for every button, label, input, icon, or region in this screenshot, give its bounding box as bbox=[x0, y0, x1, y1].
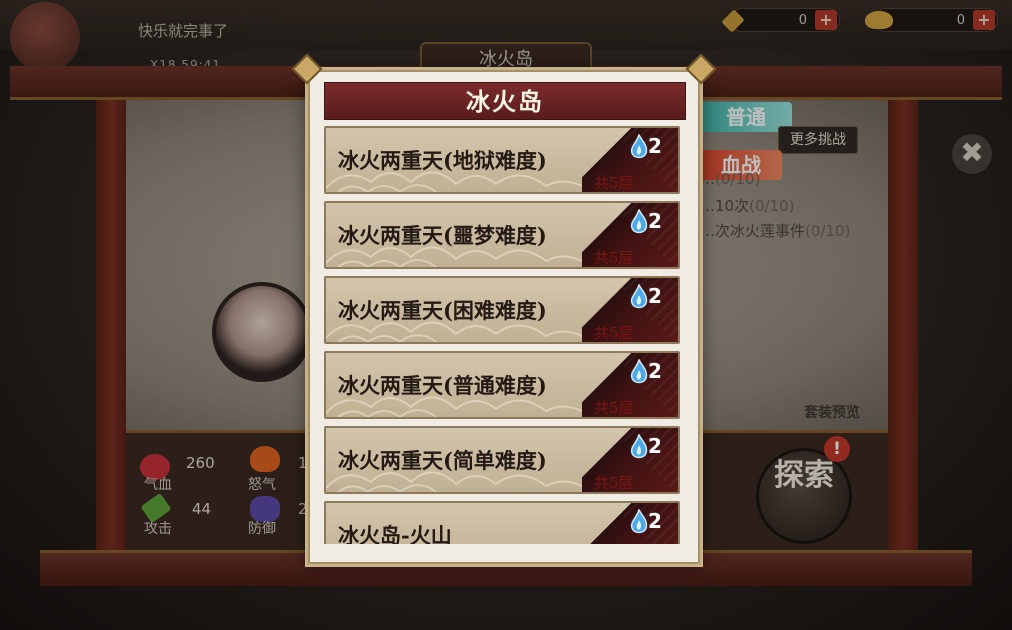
stage-item[interactable]: 冰火两重天(困难难度) 共5层 2 bbox=[324, 276, 680, 344]
stage-name: 冰火两重天(噩梦难度) bbox=[338, 223, 547, 248]
stage-name: 冰火两重天(地狱难度) bbox=[338, 148, 547, 173]
stage-item[interactable]: 冰火岛-火山 2 bbox=[324, 501, 680, 544]
stage-floor-count: 共5层 bbox=[594, 174, 634, 192]
stage-item[interactable]: 冰火两重天(简单难度) 共5层 2 bbox=[324, 426, 680, 494]
stage-floor-count: 共5层 bbox=[594, 474, 634, 492]
stage-name: 冰火两重天(简单难度) bbox=[338, 448, 547, 473]
stage-name: 冰火岛-火山 bbox=[338, 523, 452, 544]
stage-item[interactable]: 冰火两重天(噩梦难度) 共5层 2 bbox=[324, 201, 680, 269]
stage-select-dialog: 冰火岛 冰火两重天(地狱难度) 共5层 2 冰火两重天(噩梦难度) 共5层 2 冰火两重… bbox=[291, 53, 717, 564]
blue-flame-icon bbox=[630, 284, 648, 309]
dialog-title-bar: 冰火岛 bbox=[324, 82, 686, 120]
flame-cost: 2 bbox=[648, 434, 662, 458]
stage-floor-count: 共5层 bbox=[594, 324, 634, 342]
blue-flame-icon bbox=[630, 209, 648, 234]
flame-cost: 2 bbox=[648, 284, 662, 308]
flame-cost: 2 bbox=[648, 209, 662, 233]
blue-flame-icon bbox=[630, 134, 648, 159]
stage-name: 冰火两重天(困难难度) bbox=[338, 298, 547, 323]
stage-floor-count: 共5层 bbox=[594, 399, 634, 417]
stage-name: 冰火两重天(普通难度) bbox=[338, 373, 547, 398]
stage-item[interactable]: 冰火两重天(普通难度) 共5层 2 bbox=[324, 351, 680, 419]
blue-flame-icon bbox=[630, 359, 648, 384]
stage-list[interactable]: 冰火两重天(地狱难度) 共5层 2 冰火两重天(噩梦难度) 共5层 2 冰火两重天(困难… bbox=[324, 126, 686, 544]
dialog-title: 冰火岛 bbox=[466, 87, 544, 116]
stage-item[interactable]: 冰火两重天(地狱难度) 共5层 2 bbox=[324, 126, 680, 194]
blue-flame-icon bbox=[630, 434, 648, 459]
flame-cost: 2 bbox=[648, 134, 662, 158]
stage-floor-count: 共5层 bbox=[594, 249, 634, 267]
blue-flame-icon bbox=[630, 509, 648, 534]
flame-cost: 2 bbox=[648, 359, 662, 383]
flame-cost: 2 bbox=[648, 509, 662, 533]
